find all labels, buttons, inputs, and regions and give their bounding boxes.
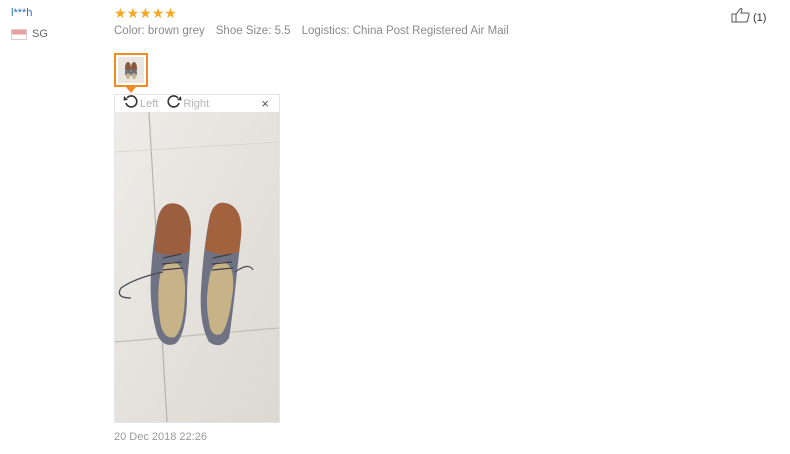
user-name[interactable]: l***h: [11, 7, 32, 19]
user-country: SG: [11, 28, 48, 40]
logistics-attribute: Logistics: China Post Registered Air Mai…: [301, 25, 509, 37]
rotate-right-icon: [166, 94, 182, 113]
star-icon: ★: [126, 5, 140, 21]
rotate-left-label: Left: [140, 97, 159, 110]
close-viewer-button[interactable]: ×: [261, 96, 269, 111]
thumbnail-image: [118, 57, 144, 83]
helpful-count: (1): [753, 11, 767, 24]
photo-thumbnail[interactable]: [114, 53, 148, 87]
star-icon: ★: [139, 5, 152, 21]
review-photo: [115, 112, 279, 422]
shoe-size-attribute: Shoe Size: 5.5: [215, 25, 291, 37]
thumbnail-pointer: [126, 87, 136, 93]
rotate-left-icon: [123, 94, 139, 113]
rotate-right-button[interactable]: Right: [166, 94, 209, 113]
color-attribute: Color: brown grey: [114, 25, 205, 37]
photo-viewer: Left Right ×: [114, 94, 280, 423]
rotate-right-label: Right: [183, 97, 210, 110]
star-icon: ★: [164, 5, 177, 21]
rotate-left-button[interactable]: Left: [123, 94, 158, 113]
order-attributes: Color: brown grey Shoe Size: 5.5 Logisti…: [114, 25, 509, 37]
helpful-button[interactable]: (1): [731, 7, 766, 28]
rating-stars: ★ ★ ★ ★ ★: [114, 5, 177, 21]
viewer-toolbar: Left Right ×: [115, 95, 279, 112]
review-date: 20 Dec 2018 22:26: [114, 431, 207, 443]
review-item: l***h SG ★ ★ ★ ★ ★ Color: brown grey Sho…: [0, 0, 790, 454]
star-icon: ★: [114, 5, 127, 21]
country-code: SG: [32, 28, 48, 40]
flag-icon: [11, 28, 27, 40]
star-icon: ★: [151, 5, 165, 21]
thumbs-up-icon: [731, 7, 751, 28]
